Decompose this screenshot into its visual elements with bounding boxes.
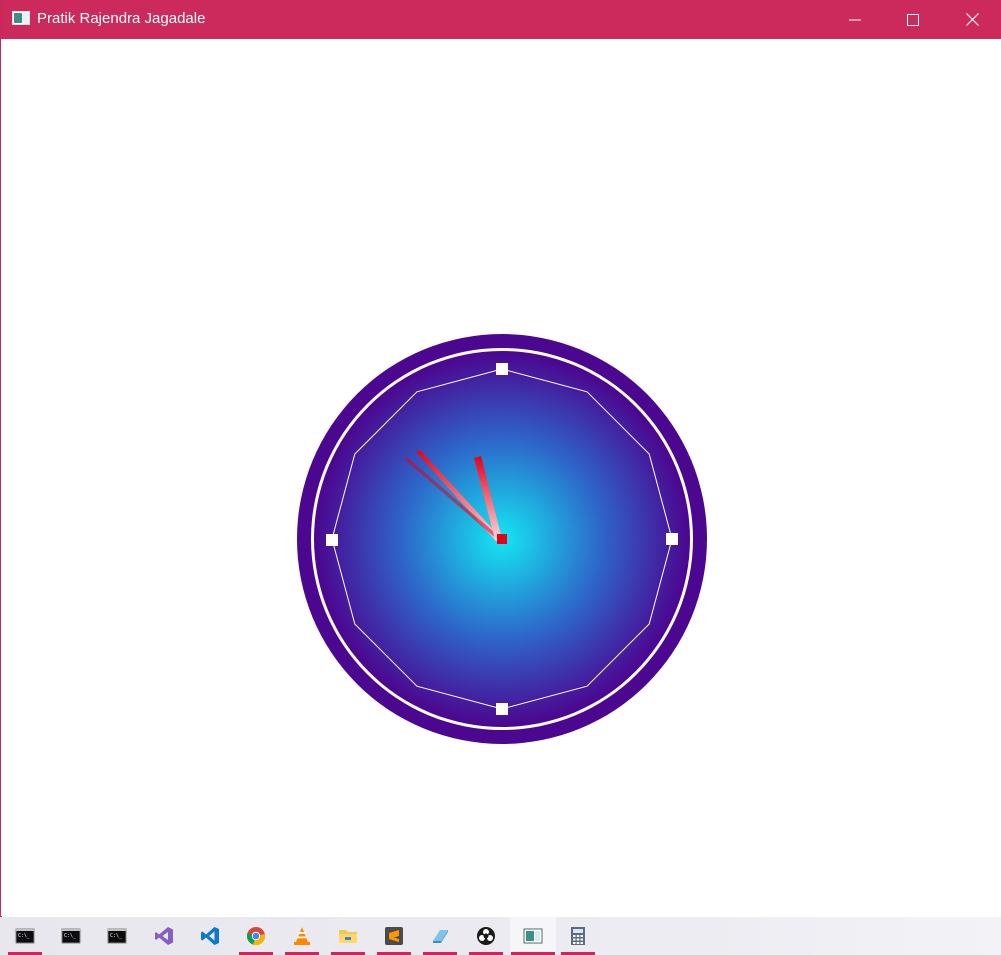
taskbar-item-vlc[interactable] bbox=[284, 917, 320, 955]
minimize-icon bbox=[849, 19, 861, 20]
app-window: Pratik Rajendra Jagadale bbox=[0, 0, 1001, 917]
visual-studio-icon bbox=[155, 927, 173, 945]
maximize-icon bbox=[907, 13, 919, 26]
taskbar: C:\_ C:\_ C:\_ bbox=[0, 917, 1001, 955]
app-window-icon bbox=[523, 928, 543, 944]
calculator-icon bbox=[571, 927, 585, 945]
command-prompt-icon: C:\_ bbox=[107, 928, 127, 944]
taskbar-item-clock-app[interactable] bbox=[510, 917, 556, 955]
taskbar-item-obs[interactable] bbox=[468, 917, 504, 955]
obs-icon bbox=[477, 927, 495, 945]
analog-clock bbox=[297, 334, 707, 744]
center-dot bbox=[497, 534, 507, 544]
taskbar-item-chrome[interactable] bbox=[238, 917, 274, 955]
vlc-icon bbox=[294, 927, 310, 945]
window-title: Pratik Rajendra Jagadale bbox=[37, 10, 206, 27]
minimize-button[interactable] bbox=[826, 0, 884, 39]
file-explorer-icon bbox=[339, 930, 357, 943]
svg-text:C:\_: C:\_ bbox=[110, 933, 123, 939]
taskbar-item-calculator[interactable] bbox=[560, 917, 596, 955]
marker-3 bbox=[666, 533, 678, 545]
title-bar[interactable]: Pratik Rajendra Jagadale bbox=[1, 0, 1001, 39]
svg-text:C:\_: C:\_ bbox=[64, 933, 77, 939]
marker-9 bbox=[326, 534, 338, 546]
marker-12 bbox=[496, 363, 508, 375]
taskbar-item-command-prompt-2[interactable]: C:\_ bbox=[53, 917, 89, 955]
close-button[interactable] bbox=[943, 0, 1001, 39]
maximize-button[interactable] bbox=[884, 0, 942, 39]
vscode-icon bbox=[201, 927, 219, 945]
command-prompt-icon: C:\_ bbox=[15, 928, 35, 944]
taskbar-item-file-explorer[interactable] bbox=[330, 917, 366, 955]
close-icon bbox=[965, 13, 979, 26]
sublime-text-icon bbox=[385, 927, 403, 945]
svg-text:C:\_: C:\_ bbox=[18, 933, 31, 939]
taskbar-item-sublime-text[interactable] bbox=[376, 917, 412, 955]
taskbar-item-notepad[interactable] bbox=[422, 917, 458, 955]
taskbar-item-vscode[interactable] bbox=[192, 917, 228, 955]
command-prompt-icon: C:\_ bbox=[61, 928, 81, 944]
taskbar-item-command-prompt-3[interactable]: C:\_ bbox=[99, 917, 135, 955]
notepad-icon bbox=[433, 930, 448, 943]
taskbar-item-visual-studio[interactable] bbox=[146, 917, 182, 955]
app-window-icon bbox=[12, 11, 30, 25]
chrome-icon bbox=[246, 927, 266, 946]
taskbar-item-command-prompt-1[interactable]: C:\_ bbox=[7, 917, 43, 955]
marker-6 bbox=[496, 703, 508, 715]
